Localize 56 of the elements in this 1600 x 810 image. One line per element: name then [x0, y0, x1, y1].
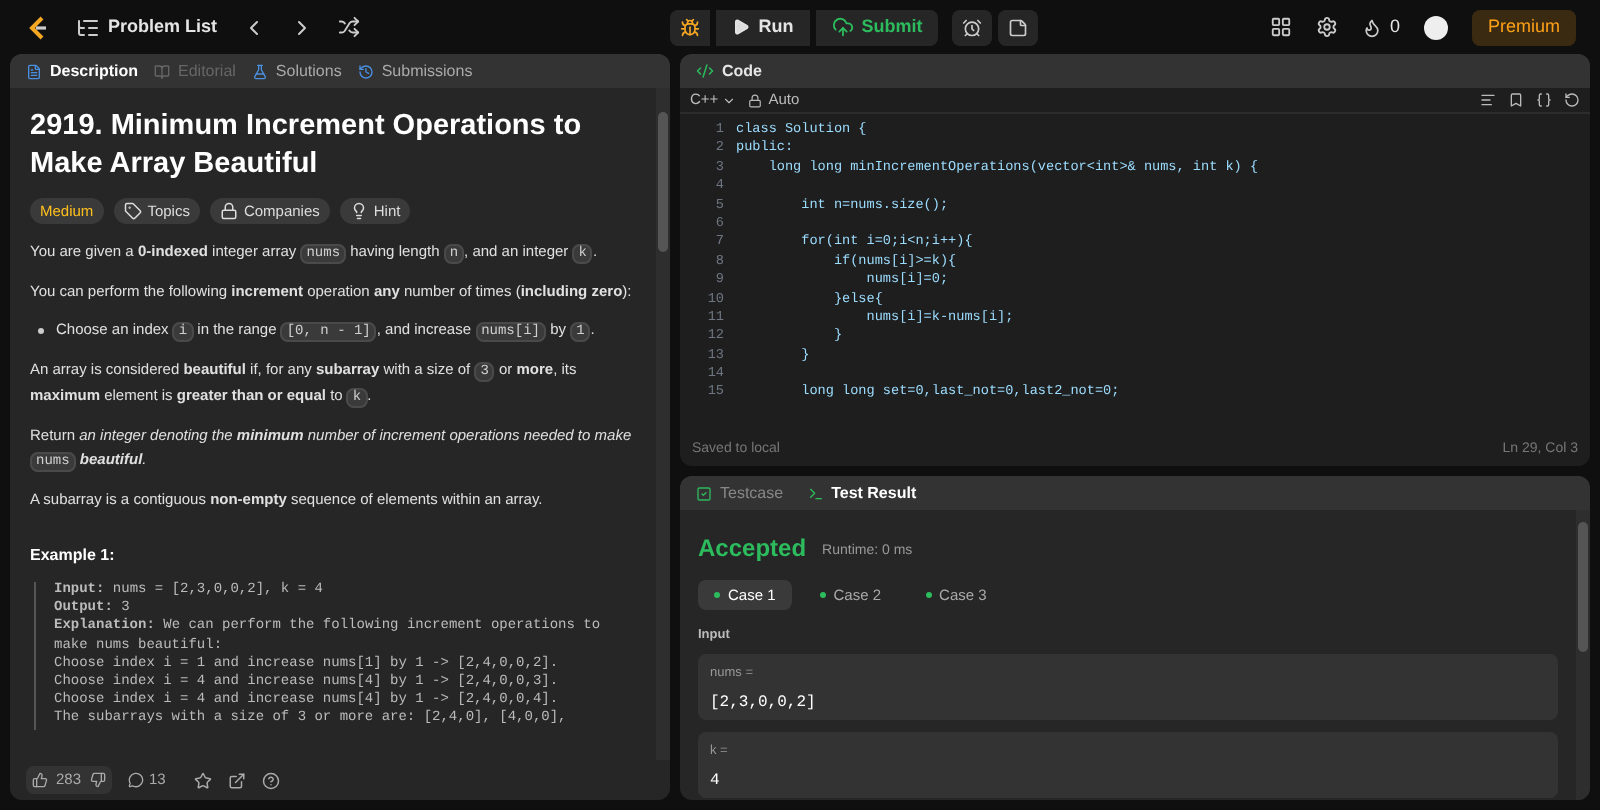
tag-icon [123, 202, 142, 220]
thumbs-up-icon[interactable] [32, 772, 48, 788]
flame-icon[interactable] [1361, 17, 1382, 37]
verdict-text: Accepted [698, 532, 807, 566]
play-icon [732, 18, 751, 36]
grid-icon[interactable] [1269, 16, 1292, 38]
thumbs-down-icon[interactable] [89, 772, 106, 788]
shuffle-icon[interactable] [337, 16, 360, 38]
premium-button[interactable]: Premium [1471, 9, 1576, 45]
avatar[interactable] [1423, 15, 1448, 39]
bookmark-icon[interactable] [1508, 92, 1524, 108]
comment-icon[interactable] [127, 772, 144, 788]
lightbulb-icon [349, 202, 368, 220]
flask-icon [251, 63, 268, 79]
history-icon [357, 63, 374, 79]
panel-tab[interactable]: Test Result [807, 481, 917, 505]
example-title: Example 1: [30, 544, 117, 568]
panel-tab[interactable]: Submissions [357, 59, 473, 83]
star-icon[interactable] [193, 771, 212, 789]
reset-icon[interactable] [1564, 92, 1580, 108]
timer-button[interactable] [952, 9, 993, 45]
problem-list-link[interactable]: Problem List [108, 13, 218, 41]
help-icon[interactable] [261, 771, 280, 789]
braces-icon[interactable] [1536, 92, 1552, 108]
document-icon [26, 63, 42, 79]
lock-icon [748, 93, 763, 107]
alarm-clock-icon [962, 17, 983, 37]
panel-tab[interactable]: Testcase [696, 481, 784, 505]
list-icon[interactable] [76, 15, 100, 39]
problem-title: 2919. Minimum Increment Operations to Make Array Beautiful [30, 108, 584, 184]
panel-tab[interactable]: Description [26, 59, 139, 83]
format-icon[interactable] [1480, 92, 1496, 108]
streak-count: 0 [1389, 13, 1400, 40]
run-button[interactable]: Run [716, 9, 810, 45]
scrollbar-thumb[interactable] [1578, 522, 1588, 652]
param-value: [2,3,0,0,2] [710, 691, 818, 715]
logo-icon[interactable] [24, 13, 52, 41]
debug-button[interactable] [670, 9, 711, 45]
settings-icon[interactable] [1315, 16, 1338, 38]
share-icon[interactable] [227, 771, 246, 789]
lock-icon [219, 202, 238, 220]
scrollbar-thumb[interactable] [658, 112, 668, 252]
bullet-icon [38, 328, 44, 334]
submit-button[interactable]: Submit [815, 9, 939, 45]
cloud-upload-icon [831, 16, 854, 38]
book-icon [154, 63, 171, 79]
bug-icon [680, 17, 701, 37]
chevron-down-icon [722, 93, 737, 107]
panel-tab[interactable]: Solutions [251, 59, 342, 83]
notes-button[interactable] [998, 9, 1039, 45]
param-value: 4 [710, 769, 722, 793]
checkbox-icon [696, 485, 712, 501]
code-icon [696, 62, 714, 80]
terminal-icon [807, 485, 824, 501]
note-icon [1008, 17, 1029, 37]
code-tab[interactable]: Code [722, 59, 762, 83]
